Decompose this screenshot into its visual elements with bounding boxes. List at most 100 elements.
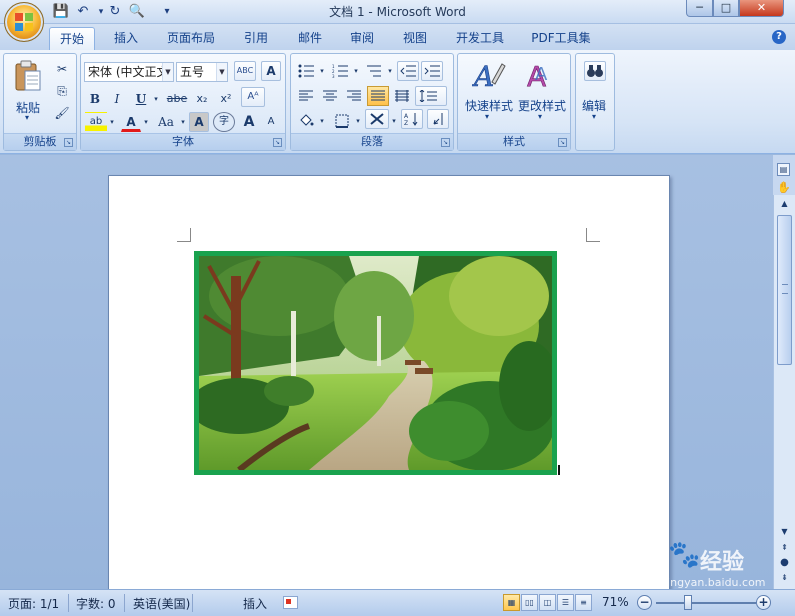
font-color-button[interactable]: A [121, 112, 141, 132]
tab-home[interactable]: 开始 [49, 27, 95, 50]
grow-font-button[interactable]: A [239, 112, 259, 132]
tab-mailings[interactable]: 邮件 [290, 27, 330, 50]
outline-view-icon[interactable]: ☰ [557, 594, 574, 611]
page-count[interactable]: 页面: 1/1 [8, 595, 59, 612]
tab-review[interactable]: 审阅 [342, 27, 382, 50]
tab-pdf-tools[interactable]: PDF工具集 [525, 27, 597, 50]
view-ruler-icon[interactable]: ▤ [777, 163, 790, 176]
zoom-slider-track[interactable] [656, 602, 756, 604]
shading-button[interactable] [295, 111, 317, 131]
sort-button[interactable]: AZ [401, 109, 423, 129]
character-shading-button[interactable]: A [189, 112, 209, 132]
change-styles-button[interactable]: A A 更改样式 ▾ [515, 58, 569, 128]
text-highlight-button[interactable]: ab [85, 112, 107, 132]
underline-button[interactable]: U [131, 89, 151, 109]
align-left-button[interactable] [295, 86, 317, 106]
word-count[interactable]: 字数: 0 [76, 595, 116, 612]
zoom-in-icon[interactable]: + [756, 595, 771, 610]
phonetic-guide-button[interactable]: ABC [234, 61, 256, 81]
paragraph-launcher-icon[interactable]: ↘ [441, 138, 450, 147]
scroll-up-icon[interactable]: ▲ [777, 197, 792, 211]
show-paragraph-marks-button[interactable] [427, 109, 449, 129]
quick-styles-button[interactable]: A 快速样式 ▾ [461, 58, 517, 128]
minimize-button[interactable]: ─ [686, 0, 713, 17]
align-center-button[interactable] [319, 86, 341, 106]
draft-view-icon[interactable]: ≡ [575, 594, 592, 611]
clear-formatting-button[interactable]: Aᴬ [241, 87, 265, 107]
decrease-indent-button[interactable] [397, 61, 419, 81]
line-spacing-button[interactable] [415, 86, 447, 106]
bullets-button[interactable] [295, 61, 317, 81]
font-name-combo[interactable]: 宋体 (中文正文) ▼ [84, 62, 174, 82]
cut-icon[interactable]: ✂ [52, 59, 72, 79]
zoom-out-icon[interactable]: − [637, 595, 652, 610]
insert-mode-indicator[interactable]: 插入 [243, 595, 267, 612]
print-layout-view-icon[interactable]: ▦ [503, 594, 520, 611]
copy-icon[interactable]: ⎘ [52, 81, 72, 101]
numbering-button[interactable]: 123 [329, 61, 351, 81]
styles-launcher-icon[interactable]: ↘ [558, 138, 567, 147]
underline-dropdown-icon[interactable]: ▾ [151, 89, 161, 109]
multilevel-list-button[interactable] [363, 61, 385, 81]
borders-button[interactable] [331, 111, 353, 131]
scroll-down-icon[interactable]: ▼ [777, 525, 792, 539]
change-styles-icon: A A [527, 60, 548, 92]
help-icon[interactable]: ? [772, 30, 786, 44]
bold-button[interactable]: B [85, 89, 105, 109]
zoom-slider-thumb[interactable] [684, 595, 692, 610]
borders-dropdown-icon[interactable]: ▾ [353, 111, 363, 131]
chinese-layout-button[interactable] [365, 109, 389, 129]
styles-group-label: 样式 ↘ [458, 133, 570, 150]
web-layout-view-icon[interactable]: ◫ [539, 594, 556, 611]
hand-tool-icon[interactable]: ✋ [777, 181, 791, 194]
distributed-button[interactable] [391, 86, 413, 106]
numbering-dropdown-icon[interactable]: ▾ [351, 61, 361, 81]
editing-button[interactable]: 编辑 ▾ [578, 58, 612, 128]
shrink-font-button[interactable]: A [261, 112, 281, 132]
font-launcher-icon[interactable]: ↘ [273, 138, 282, 147]
watermark-brand: Bai [610, 542, 657, 572]
align-right-button[interactable] [343, 86, 365, 106]
increase-indent-button[interactable] [421, 61, 443, 81]
maximize-button[interactable]: □ [713, 0, 739, 17]
vertical-scrollbar[interactable]: ▲ ▼ ⇞ ● ⇟ [773, 195, 795, 590]
font-color-dropdown-icon[interactable]: ▾ [141, 112, 151, 132]
tab-references[interactable]: 引用 [236, 27, 276, 50]
superscript-button[interactable]: x² [215, 89, 237, 109]
format-painter-icon[interactable]: 🖌 [52, 103, 72, 123]
macro-recording-icon[interactable] [283, 596, 298, 609]
tab-developer[interactable]: 开发工具 [448, 27, 512, 50]
tab-page-layout[interactable]: 页面布局 [160, 27, 222, 50]
paste-button[interactable]: 粘贴 ▾ [8, 57, 48, 123]
justify-button[interactable] [367, 86, 389, 106]
chinese-layout-dropdown-icon[interactable]: ▾ [389, 111, 399, 131]
clipboard-launcher-icon[interactable]: ↘ [64, 138, 73, 147]
svg-text:A: A [404, 113, 409, 120]
close-button[interactable]: ✕ [739, 0, 784, 17]
scrollbar-thumb[interactable] [777, 215, 792, 365]
full-screen-reading-view-icon[interactable]: ▯▯ [521, 594, 538, 611]
character-border-button[interactable]: A [261, 61, 281, 81]
bullets-dropdown-icon[interactable]: ▾ [317, 61, 327, 81]
language-indicator[interactable]: 英语(美国) [133, 595, 190, 612]
office-button[interactable] [4, 2, 44, 42]
inserted-picture-park-path[interactable] [194, 251, 557, 475]
highlight-dropdown-icon[interactable]: ▾ [107, 112, 117, 132]
margin-corner-mark [177, 228, 191, 242]
grip-icon [782, 284, 788, 294]
tab-view[interactable]: 视图 [395, 27, 435, 50]
chinese-layout-icon [370, 113, 384, 125]
strikethrough-button[interactable]: abe [165, 89, 189, 109]
italic-button[interactable]: I [107, 89, 127, 109]
shading-dropdown-icon[interactable]: ▾ [317, 111, 327, 131]
document-page[interactable] [108, 175, 670, 595]
watermark-url: jingyan.baidu.com [664, 576, 766, 589]
multilevel-dropdown-icon[interactable]: ▾ [385, 61, 395, 81]
enclose-characters-button[interactable]: 字 [213, 112, 235, 132]
change-case-button[interactable]: Aa [153, 112, 179, 132]
font-size-combo[interactable]: 五号 ▼ [176, 62, 228, 82]
change-case-dropdown-icon[interactable]: ▾ [178, 112, 188, 132]
zoom-level[interactable]: 71% [602, 595, 629, 609]
tab-insert[interactable]: 插入 [104, 27, 148, 50]
subscript-button[interactable]: x₂ [191, 89, 213, 109]
